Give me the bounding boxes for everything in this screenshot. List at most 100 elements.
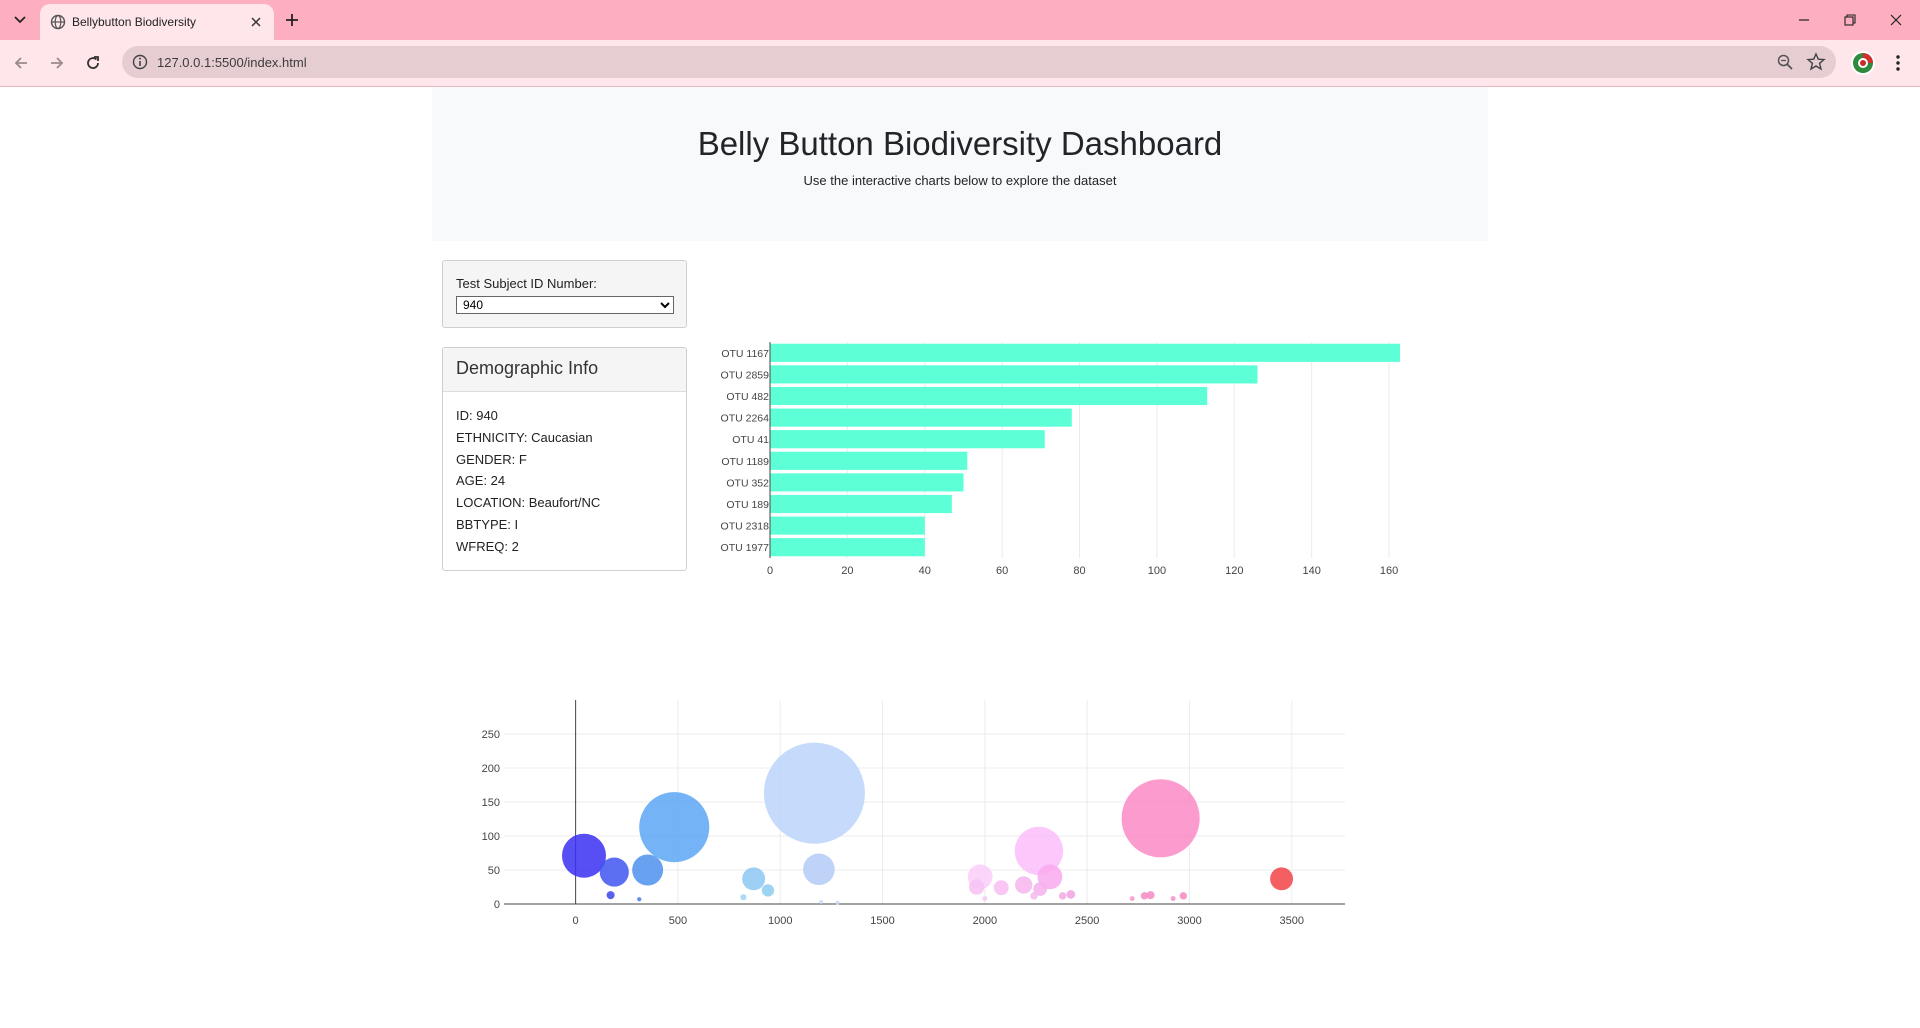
tab-close-button[interactable] <box>246 12 266 32</box>
subject-selector-panel: Test Subject ID Number: 940 <box>442 260 687 328</box>
tab-search-button[interactable] <box>8 9 32 31</box>
forward-button[interactable] <box>44 50 70 76</box>
bubble <box>1129 896 1135 902</box>
demo-location: LOCATION: Beaufort/NC <box>456 495 601 511</box>
y-tick-label: 50 <box>488 865 500 877</box>
bubble <box>1170 896 1176 902</box>
minimize-icon <box>1799 19 1809 21</box>
minimize-button[interactable] <box>1792 8 1816 32</box>
y-tick-label: OTU 1189 <box>721 456 769 468</box>
bar <box>770 386 1208 406</box>
star-icon[interactable] <box>1806 52 1826 72</box>
bar <box>770 408 1072 427</box>
y-tick-label: 100 <box>482 831 500 843</box>
x-tick-label: 1000 <box>768 915 792 927</box>
x-tick-label: 3500 <box>1280 915 1304 927</box>
page-subtitle: Use the interactive charts below to expl… <box>803 173 1117 188</box>
x-tick-label: 3000 <box>1177 915 1201 927</box>
x-tick-label: 20 <box>841 565 853 577</box>
new-tab-button[interactable] <box>280 8 304 32</box>
x-tick-label: 500 <box>669 915 687 927</box>
profile-icon <box>1853 53 1873 73</box>
bubble <box>599 857 629 887</box>
bubble <box>639 792 710 863</box>
info-icon <box>132 54 148 70</box>
y-tick-label: 250 <box>482 729 500 741</box>
url-text[interactable]: 127.0.0.1:5500/index.html <box>157 55 307 70</box>
zoom-icon[interactable] <box>1776 53 1794 71</box>
x-tick-label: 120 <box>1225 565 1243 577</box>
plus-icon <box>286 14 298 26</box>
x-tick-label: 60 <box>996 565 1008 577</box>
bubble <box>561 833 607 878</box>
bar <box>770 451 968 470</box>
y-tick-label: 200 <box>482 763 500 775</box>
back-button[interactable] <box>8 50 34 76</box>
bubble <box>1121 779 1200 858</box>
panel-body: ID: 940 ETHNICITY: Caucasian GENDER: F A… <box>456 405 600 558</box>
bar <box>770 430 1045 449</box>
subject-id-dropdown[interactable]: 940 <box>456 296 674 314</box>
active-tab[interactable]: Bellybutton Biodiversity <box>40 4 274 40</box>
bubble <box>761 884 775 897</box>
reload-button[interactable] <box>80 50 106 76</box>
bar <box>770 365 1258 384</box>
y-tick-label: OTU 2318 <box>721 521 770 533</box>
demo-age: AGE: 24 <box>456 473 506 489</box>
header-jumbotron: Belly Button Biodiversity Dashboard Use … <box>432 87 1488 241</box>
x-tick-label: 100 <box>1148 565 1166 577</box>
bar <box>770 516 925 535</box>
close-icon <box>251 17 261 27</box>
close-icon <box>1890 14 1902 26</box>
restore-button[interactable] <box>1838 8 1862 32</box>
bubble <box>1030 892 1038 900</box>
y-tick-label: 150 <box>482 797 500 809</box>
arrow-right-icon <box>51 57 64 69</box>
bubble <box>819 899 824 904</box>
bubble <box>1015 876 1033 894</box>
bubble <box>740 894 747 901</box>
x-tick-label: 0 <box>573 915 579 927</box>
y-tick-label: OTU 41 <box>732 434 769 446</box>
x-tick-label: 160 <box>1380 565 1398 577</box>
bubble <box>1179 892 1188 900</box>
bubble <box>637 897 642 902</box>
demo-gender: GENDER: F <box>456 451 527 467</box>
bubble <box>1270 867 1294 891</box>
bubble <box>993 880 1009 896</box>
chevron-down-icon <box>14 16 26 24</box>
y-tick-label: OTU 1977 <box>721 542 770 554</box>
profile-avatar[interactable] <box>1851 51 1875 75</box>
bubble <box>1140 892 1149 900</box>
panel-heading: Demographic Info <box>443 348 686 392</box>
bar <box>770 538 925 557</box>
panel-title: Demographic Info <box>456 358 599 378</box>
bar <box>770 494 952 514</box>
demo-wfreq: WFREQ: 2 <box>456 538 519 554</box>
x-tick-label: 80 <box>1073 565 1085 577</box>
browser-menu-button[interactable] <box>1886 51 1910 75</box>
y-tick-label: OTU 1167 <box>721 348 769 360</box>
selector-label: Test Subject ID Number: <box>456 276 597 291</box>
bar <box>770 343 1400 362</box>
restore-icon <box>1844 14 1856 26</box>
top-otu-bar-chart[interactable]: 0 20 40 60 80 100 120 140 160 OTU 1167 OTU 2859 OTU… <box>700 320 1400 580</box>
bubble <box>803 853 835 886</box>
globe-icon <box>50 14 66 30</box>
y-tick-label: OTU 2264 <box>721 413 770 425</box>
address-bar[interactable]: 127.0.0.1:5500/index.html <box>122 46 1836 78</box>
x-tick-label: 140 <box>1302 565 1320 577</box>
y-tick-label: OTU 189 <box>726 499 769 511</box>
y-tick-label: OTU 482 <box>726 391 769 403</box>
bubble <box>742 867 766 891</box>
bubble <box>606 891 615 900</box>
arrow-left-icon <box>14 57 27 69</box>
bubble <box>763 742 865 844</box>
window-close-button[interactable] <box>1884 8 1908 32</box>
bubble <box>835 900 840 905</box>
x-tick-label: 2500 <box>1075 915 1099 927</box>
demo-ethnicity: ETHNICITY: Caucasian <box>456 429 593 445</box>
otu-bubble-chart[interactable]: 0 500 1000 1500 2000 2500 3000 3500 0 50 100 150 200… <box>460 680 1440 950</box>
bubble <box>1066 890 1076 899</box>
demographic-info-panel: Demographic Info ID: 940 ETHNICITY: Cauc… <box>442 347 687 571</box>
